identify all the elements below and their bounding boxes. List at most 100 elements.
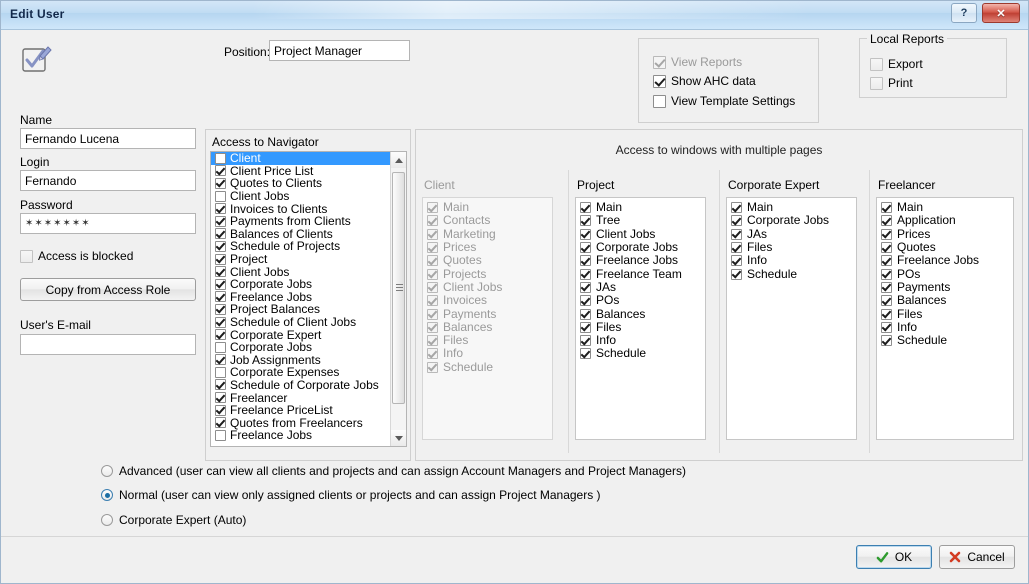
- page-item-checkbox[interactable]: [731, 215, 742, 227]
- view-template-settings-checkbox[interactable]: View Template Settings: [653, 94, 795, 108]
- role-option-normal[interactable]: Normal (user can view only assigned clie…: [101, 488, 601, 502]
- page-item-checkbox[interactable]: [881, 335, 892, 347]
- navigator-item-checkbox[interactable]: [215, 316, 226, 328]
- navigator-item-checkbox[interactable]: [215, 228, 226, 240]
- page-item[interactable]: Freelance Jobs: [881, 254, 1013, 267]
- navigator-item[interactable]: Quotes to Clients: [211, 177, 406, 190]
- role-option-corporate-expert[interactable]: Corporate Expert (Auto): [101, 513, 246, 527]
- copy-from-access-role-button[interactable]: Copy from Access Role: [20, 278, 196, 301]
- page-item-checkbox[interactable]: [731, 268, 742, 280]
- navigator-item-checkbox[interactable]: [215, 253, 226, 265]
- navigator-item[interactable]: Quotes from Freelancers: [211, 416, 406, 429]
- page-item-checkbox[interactable]: [580, 242, 591, 254]
- navigator-item[interactable]: Schedule of Corporate Jobs: [211, 379, 406, 392]
- navigator-item-checkbox[interactable]: [215, 366, 226, 378]
- navigator-item-checkbox[interactable]: [215, 417, 226, 429]
- page-item-checkbox[interactable]: [731, 255, 742, 267]
- page-item-checkbox[interactable]: [881, 308, 892, 320]
- login-input[interactable]: Fernando: [20, 170, 196, 191]
- navigator-item[interactable]: Freelance Jobs: [211, 429, 406, 442]
- page-item[interactable]: Corporate Jobs: [580, 241, 705, 254]
- export-checkbox[interactable]: Export: [870, 57, 923, 71]
- page-item-checkbox[interactable]: [731, 242, 742, 254]
- navigator-item[interactable]: Payments from Clients: [211, 215, 406, 228]
- page-item[interactable]: Client Jobs: [580, 227, 705, 241]
- pages-column-items[interactable]: Main Corporate Jobs JAs Files Info Schedule: [726, 197, 857, 440]
- page-item[interactable]: Main: [580, 201, 705, 214]
- page-item-checkbox[interactable]: [731, 202, 742, 214]
- navigator-item-checkbox[interactable]: [215, 329, 226, 341]
- page-item-checkbox[interactable]: [881, 242, 892, 254]
- close-button[interactable]: ✕: [982, 3, 1020, 23]
- access-blocked-checkbox[interactable]: Access is blocked: [20, 249, 133, 263]
- navigator-item[interactable]: Corporate Jobs: [211, 278, 406, 291]
- page-item-checkbox[interactable]: [580, 255, 591, 267]
- page-item-checkbox[interactable]: [580, 295, 591, 307]
- navigator-item-checkbox[interactable]: [215, 177, 226, 189]
- navigator-item-checkbox[interactable]: [215, 266, 226, 278]
- navigator-item[interactable]: Schedule of Client Jobs: [211, 316, 406, 329]
- page-item-checkbox[interactable]: [881, 281, 892, 293]
- navigator-item[interactable]: Corporate Jobs: [211, 341, 406, 354]
- navigator-item[interactable]: Invoices to Clients: [211, 202, 406, 215]
- navigator-item-checkbox[interactable]: [215, 291, 226, 303]
- page-item[interactable]: Schedule: [881, 334, 1013, 347]
- page-item-checkbox[interactable]: [580, 335, 591, 347]
- page-item-checkbox[interactable]: [881, 202, 892, 214]
- page-item[interactable]: POs: [881, 267, 1013, 280]
- page-item[interactable]: Files: [881, 307, 1013, 320]
- navigator-item[interactable]: Client Jobs: [211, 265, 406, 278]
- page-item[interactable]: Tree: [580, 214, 705, 227]
- page-item-checkbox[interactable]: [881, 228, 892, 240]
- scrollbar-thumb[interactable]: [392, 172, 405, 404]
- navigator-item[interactable]: Corporate Expert: [211, 328, 406, 341]
- page-item-checkbox[interactable]: [881, 295, 892, 307]
- page-item[interactable]: Quotes: [881, 241, 1013, 254]
- page-item-checkbox[interactable]: [881, 215, 892, 227]
- name-input[interactable]: Fernando Lucena: [20, 128, 196, 149]
- page-item[interactable]: Info: [731, 254, 856, 267]
- navigator-item-checkbox[interactable]: [215, 303, 226, 315]
- page-item-checkbox[interactable]: [881, 268, 892, 280]
- page-item[interactable]: Files: [580, 320, 705, 334]
- navigator-item[interactable]: Project Balances: [211, 303, 406, 316]
- navigator-item-checkbox[interactable]: [215, 354, 226, 366]
- navigator-item-checkbox[interactable]: [215, 404, 226, 416]
- navigator-item-checkbox[interactable]: [215, 190, 226, 202]
- page-item[interactable]: Freelance Team: [580, 267, 705, 280]
- page-item-checkbox[interactable]: [580, 308, 591, 320]
- page-item[interactable]: Main: [881, 201, 1013, 214]
- navigator-item[interactable]: Project: [211, 253, 406, 266]
- email-input[interactable]: [20, 334, 196, 355]
- page-item-checkbox[interactable]: [731, 228, 742, 240]
- navigator-item-checkbox[interactable]: [215, 341, 226, 353]
- page-item-checkbox[interactable]: [881, 321, 892, 333]
- page-item-checkbox[interactable]: [580, 202, 591, 214]
- navigator-item[interactable]: Client: [211, 152, 406, 165]
- cancel-button[interactable]: Cancel: [939, 545, 1015, 569]
- page-item[interactable]: Application: [881, 214, 1013, 227]
- navigator-item[interactable]: Client Price List: [211, 165, 406, 178]
- page-item[interactable]: Balances: [580, 307, 705, 320]
- navigator-item[interactable]: Client Jobs: [211, 190, 406, 203]
- position-input[interactable]: Project Manager: [269, 40, 410, 61]
- navigator-list[interactable]: Client Client Price List Quotes to Clients…: [210, 151, 407, 447]
- page-item-checkbox[interactable]: [580, 268, 591, 280]
- role-option-advanced[interactable]: Advanced (user can view all clients and …: [101, 464, 686, 478]
- page-item[interactable]: Corporate Jobs: [731, 214, 856, 227]
- navigator-item-checkbox[interactable]: [215, 379, 226, 391]
- page-item-checkbox[interactable]: [580, 321, 591, 333]
- navigator-item-checkbox[interactable]: [215, 240, 226, 252]
- print-checkbox[interactable]: Print: [870, 76, 913, 90]
- ok-button[interactable]: OK: [856, 545, 932, 569]
- page-item[interactable]: Files: [731, 241, 856, 254]
- page-item-checkbox[interactable]: [881, 255, 892, 267]
- page-item[interactable]: Prices: [881, 227, 1013, 241]
- navigator-item-checkbox[interactable]: [215, 278, 226, 290]
- navigator-item-checkbox[interactable]: [215, 215, 226, 227]
- navigator-item-checkbox[interactable]: [215, 203, 226, 215]
- navigator-item[interactable]: Freelance Jobs: [211, 291, 406, 304]
- navigator-item[interactable]: Freelancer: [211, 391, 406, 404]
- scroll-down-icon[interactable]: [391, 430, 406, 446]
- pages-column-items[interactable]: Main Contacts Marketing Prices Quotes Project…: [422, 197, 553, 440]
